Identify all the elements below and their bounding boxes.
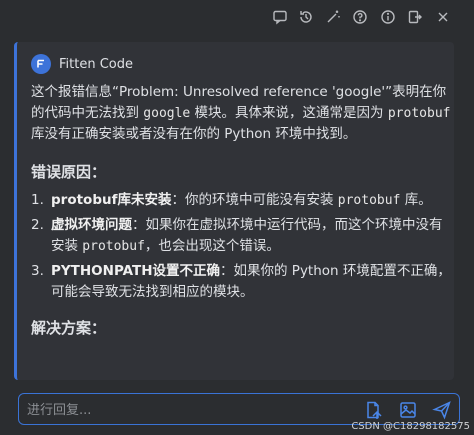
inline-code: protobuf: [337, 193, 401, 208]
fitten-logo-icon: [31, 54, 51, 74]
insert-file-icon[interactable]: [362, 398, 386, 422]
magic-wand-icon[interactable]: [324, 8, 342, 26]
close-panel-icon[interactable]: [434, 8, 452, 26]
intro-text-c: 库没有正确安装或者没有在你的 Python 环境中找到。: [31, 126, 357, 142]
info-icon[interactable]: [379, 8, 397, 26]
list-item-title: PYTHONPATH设置不正确: [51, 263, 221, 279]
inline-code: protobuf: [82, 239, 145, 254]
help-icon[interactable]: [351, 8, 369, 26]
left-rail: [0, 36, 12, 381]
list-number: 3.: [31, 263, 44, 279]
list-number: 1.: [31, 192, 44, 208]
chat-message-panel: Fitten Code 这个报错信息“Problem: Unresolved r…: [14, 42, 454, 380]
chat-icon[interactable]: [271, 8, 289, 26]
list-item-title: 虚拟环境问题: [51, 217, 132, 233]
list-item-text-end: 库。: [400, 192, 432, 208]
history-icon[interactable]: [297, 8, 315, 26]
list-item-text: ：你的环境中可能没有安装: [171, 192, 338, 208]
message-header: Fitten Code: [31, 52, 451, 76]
brand-name: Fitten Code: [59, 56, 133, 72]
list-number: 2.: [31, 217, 44, 233]
reply-input[interactable]: [27, 400, 347, 420]
send-icon[interactable]: [430, 398, 454, 422]
intro-paragraph: 这个报错信息“Problem: Unresolved reference 'go…: [31, 82, 451, 145]
export-icon[interactable]: [406, 8, 424, 26]
list-item-text-end: ，也会出现这个错误。: [144, 238, 280, 254]
causes-list: 1. protobuf库未安装：你的环境中可能没有安装 protobuf 库。 …: [31, 190, 451, 303]
list-item: 1. protobuf库未安装：你的环境中可能没有安装 protobuf 库。: [31, 190, 451, 211]
section-heading-solutions: 解决方案：: [31, 319, 107, 337]
list-item-title: protobuf库未安装: [51, 192, 172, 208]
section-heading-causes: 错误原因：: [31, 163, 107, 181]
chat-message: Fitten Code 这个报错信息“Problem: Unresolved r…: [31, 52, 451, 346]
top-toolbar: [0, 0, 474, 36]
inline-code-google: google: [143, 106, 191, 121]
intro-text-b: 模块。具体来说，这通常是因为: [190, 105, 388, 121]
list-item: 3. PYTHONPATH设置不正确：如果你的 Python 环境配置不正确，可…: [31, 261, 451, 303]
list-item: 2. 虚拟环境问题：如果你在虚拟环境中运行代码，而这个环境中没有安装 proto…: [31, 215, 451, 257]
watermark: CSDN @C18298182575: [351, 421, 470, 432]
inline-code-protobuf: protobuf: [387, 106, 451, 121]
insert-image-icon[interactable]: [396, 398, 420, 422]
